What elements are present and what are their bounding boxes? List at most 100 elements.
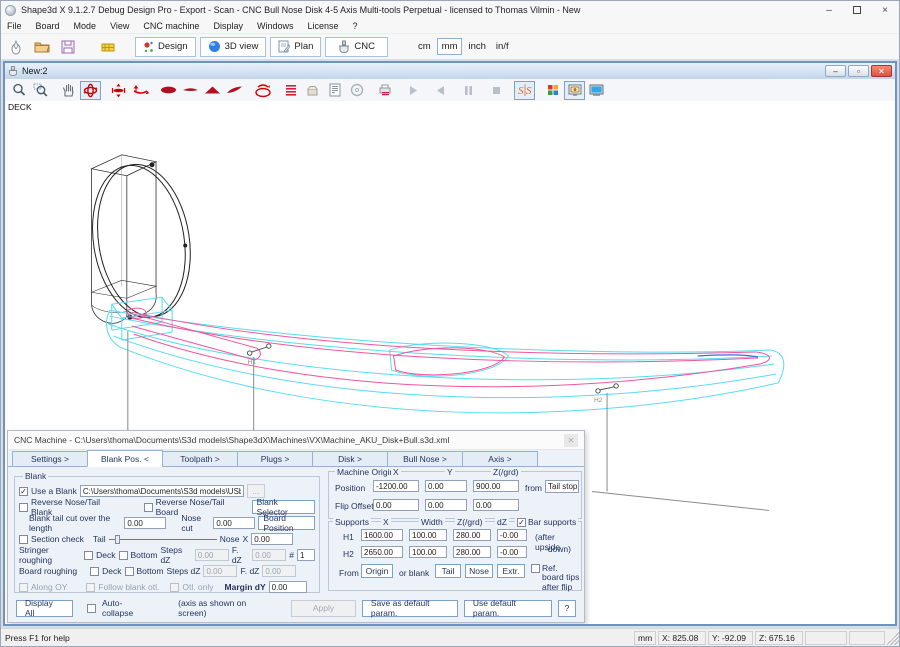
reverse-board-checkbox[interactable]	[144, 503, 153, 512]
slices-icon[interactable]	[280, 81, 301, 100]
move-vertical-icon[interactable]	[108, 81, 129, 100]
follow-otl-checkbox[interactable]	[86, 583, 95, 592]
stringer-f-input[interactable]	[252, 549, 286, 561]
export-gcode-icon[interactable]	[302, 81, 323, 100]
flip-board-icon[interactable]	[252, 81, 273, 100]
tab-toolpath[interactable]: Toolpath >	[162, 451, 238, 467]
apply-button[interactable]: Apply	[291, 600, 356, 617]
unit-inch[interactable]: inch	[464, 39, 489, 54]
menu-view[interactable]: View	[110, 21, 129, 31]
unit-inf[interactable]: in/f	[492, 39, 513, 54]
tail-cut-input[interactable]	[124, 517, 166, 529]
nose-cut-input[interactable]	[213, 517, 255, 529]
board-steps-input[interactable]	[203, 565, 237, 577]
tab-blank-pos[interactable]: Blank Pos. <	[87, 450, 163, 467]
h1-z-input[interactable]	[453, 529, 491, 541]
along-oy-checkbox[interactable]	[19, 583, 28, 592]
blank-selector-button[interactable]: Blank Selector	[252, 500, 315, 514]
resize-grip[interactable]	[887, 631, 899, 645]
section-x-input[interactable]	[251, 533, 293, 545]
unit-mm[interactable]: mm	[437, 38, 463, 55]
bottom-view-icon[interactable]	[224, 81, 245, 100]
auto-collapse-checkbox[interactable]	[87, 604, 96, 613]
rotate-3d-icon[interactable]	[80, 81, 101, 100]
dialog-help-button[interactable]: ?	[558, 600, 576, 617]
use-blank-checkbox[interactable]	[19, 487, 28, 496]
print-slices-icon[interactable]	[374, 81, 395, 100]
margin-dy-input[interactable]	[269, 581, 307, 593]
tab-settings[interactable]: Settings >	[12, 451, 88, 467]
display-all-button[interactable]: Display All	[16, 600, 73, 617]
otl-only-checkbox[interactable]	[170, 583, 179, 592]
save-icon[interactable]	[57, 37, 79, 57]
blank-path-input[interactable]	[80, 485, 244, 497]
from-extr-button[interactable]: Extr.	[497, 564, 525, 578]
tab-disk[interactable]: Disk >	[312, 451, 388, 467]
open-folder-icon[interactable]	[31, 37, 53, 57]
stringer-count-input[interactable]	[297, 549, 315, 561]
maximize-button[interactable]	[843, 1, 871, 19]
close-button[interactable]: ×	[871, 1, 899, 19]
browse-blank-button[interactable]: ...	[247, 484, 265, 498]
dialog-close-icon[interactable]: ✕	[564, 434, 578, 447]
minimize-button[interactable]: –	[815, 1, 843, 19]
h2-z-input[interactable]	[453, 546, 491, 558]
board-properties-icon[interactable]	[97, 37, 119, 57]
design-button[interactable]: Design	[135, 37, 196, 57]
tab-bull-nose[interactable]: Bull Nose >	[387, 451, 463, 467]
from-tail-button[interactable]: Tail	[435, 564, 461, 578]
outline-view-icon[interactable]	[158, 81, 179, 100]
reverse-blank-checkbox[interactable]	[19, 503, 28, 512]
flip-z-input[interactable]	[473, 499, 519, 511]
disk-icon[interactable]	[346, 81, 367, 100]
h2-width-input[interactable]	[409, 546, 447, 558]
board-bottom-checkbox[interactable]	[125, 567, 134, 576]
section-slider-thumb[interactable]	[115, 535, 120, 544]
previous-icon[interactable]	[430, 81, 451, 100]
from-origin-button[interactable]: Origin	[361, 564, 393, 578]
menu-board[interactable]: Board	[36, 21, 60, 31]
plan-button[interactable]: Plan	[270, 37, 321, 57]
menu-license[interactable]: License	[307, 21, 338, 31]
color-squares-icon[interactable]	[542, 81, 563, 100]
bar-supports-checkbox[interactable]	[517, 518, 526, 527]
screen-icon[interactable]	[586, 81, 607, 100]
flip-x-input[interactable]	[373, 499, 419, 511]
board-deck-checkbox[interactable]	[90, 567, 99, 576]
stringer-steps-input[interactable]	[195, 549, 229, 561]
h1-dz-input[interactable]	[497, 529, 527, 541]
position-z-input[interactable]	[473, 480, 519, 492]
menu-cnc-machine[interactable]: CNC machine	[143, 21, 199, 31]
s-curve-icon[interactable]: SS	[514, 81, 535, 100]
h1-x-input[interactable]	[361, 529, 403, 541]
pen-icon[interactable]	[5, 37, 27, 57]
stop-icon[interactable]	[486, 81, 507, 100]
section-slider[interactable]	[109, 535, 217, 544]
cutting-list-icon[interactable]	[324, 81, 345, 100]
from-nose-button[interactable]: Nose	[465, 564, 493, 578]
menu-display[interactable]: Display	[213, 21, 243, 31]
child-restore-button[interactable]: ▫	[848, 65, 869, 77]
unit-cm[interactable]: cm	[414, 39, 435, 54]
drawing-canvas[interactable]: DECK	[5, 101, 895, 624]
pause-icon[interactable]	[458, 81, 479, 100]
flip-y-input[interactable]	[425, 499, 467, 511]
section-check-checkbox[interactable]	[19, 535, 28, 544]
thickness-view-icon[interactable]	[180, 81, 201, 100]
position-x-input[interactable]	[373, 480, 419, 492]
pan-hand-icon[interactable]	[58, 81, 79, 100]
stringer-bottom-checkbox[interactable]	[119, 551, 128, 560]
zoom-in-icon[interactable]	[8, 81, 29, 100]
tab-axis[interactable]: Axis >	[462, 451, 538, 467]
stringer-deck-checkbox[interactable]	[84, 551, 93, 560]
menu-file[interactable]: File	[7, 21, 22, 31]
simulation-view-icon[interactable]	[564, 81, 585, 100]
rocker-adjust-icon[interactable]	[130, 81, 151, 100]
h2-x-input[interactable]	[361, 546, 403, 558]
child-close-button[interactable]: ✕	[871, 65, 892, 77]
menu-windows[interactable]: Windows	[257, 21, 294, 31]
cnc-button[interactable]: CNC	[325, 37, 388, 57]
save-default-button[interactable]: Save as default param.	[362, 600, 458, 617]
use-default-button[interactable]: Use default param.	[464, 600, 552, 617]
play-icon[interactable]	[402, 81, 423, 100]
